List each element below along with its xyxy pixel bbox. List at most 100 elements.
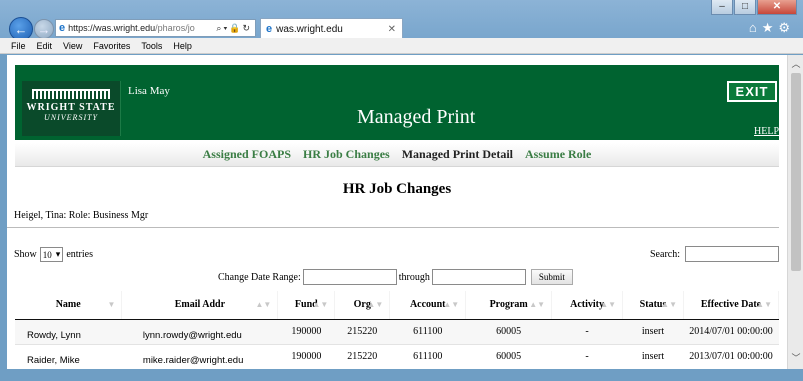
cell-email: mike.raider@wright.edu <box>121 344 278 369</box>
cell-org: 215220 <box>334 319 390 345</box>
menu-view[interactable]: View <box>63 41 82 51</box>
scroll-up-icon[interactable]: ︿ <box>788 57 803 71</box>
date-range-filter: Change Date Range: through Submit <box>218 269 573 285</box>
nav-assigned-foaps[interactable]: Assigned FOAPS <box>203 147 291 162</box>
date-to-input[interactable] <box>431 269 526 285</box>
cell-name: Rowdy, Lynn <box>15 319 122 345</box>
app-title: Managed Print <box>357 106 476 128</box>
minimize-button[interactable]: – <box>711 0 733 15</box>
role-text: Heigel, Tina: Role: Business Mgr <box>14 210 149 221</box>
entries-select[interactable]: 10 ▾ <box>39 247 64 262</box>
through-label: through <box>398 271 430 283</box>
cell-effective-date: 2014/07/01 00:00:00 <box>683 319 779 345</box>
favorites-star-icon[interactable]: ★ <box>762 20 779 35</box>
date-from-input[interactable] <box>302 269 397 285</box>
sort-icon: ▲▼ <box>443 300 460 309</box>
cell-program: 60005 <box>465 344 552 369</box>
wright-state-logo: WRIGHT STATE UNIVERSITY <box>22 81 121 136</box>
sort-icon: ▲▼ <box>367 300 384 309</box>
submit-button[interactable]: Submit <box>530 269 573 285</box>
cell-activity: - <box>551 319 623 345</box>
window-controls: – □ ✕ <box>711 0 797 15</box>
sort-icon: ▲▼ <box>529 300 546 309</box>
maximize-button[interactable]: □ <box>734 0 756 15</box>
help-link[interactable]: HELP <box>754 126 779 137</box>
logo-line1: WRIGHT STATE <box>26 102 116 113</box>
address-path: /pharos/jo <box>155 23 195 33</box>
col-header-email[interactable]: Email Addr ▲▼ <box>121 291 279 320</box>
search-input[interactable] <box>685 246 779 262</box>
window-bottom-border <box>0 369 803 381</box>
hr-job-changes-table: Name ▼ Email Addr ▲▼ Fund ▲▼ Org ▲▼ Account ▲… <box>15 291 779 369</box>
window-titlebar: – □ ✕ ← → e https://was.wright.edu/pharo… <box>0 0 803 41</box>
browser-tab[interactable]: e was.wright.edu ✕ <box>260 18 403 39</box>
cell-program: 60005 <box>465 319 552 345</box>
search-label: Search: <box>650 248 680 260</box>
sort-icon: ▲▼ <box>600 300 617 309</box>
page-viewport: WRIGHT STATE UNIVERSITY Lisa May Managed… <box>7 55 787 369</box>
cell-account: 611100 <box>389 344 466 369</box>
col-header-org[interactable]: Org ▲▼ <box>334 291 391 320</box>
user-name: Lisa May <box>128 85 170 97</box>
date-range-label: Change Date Range: <box>218 271 301 283</box>
settings-gear-icon[interactable]: ⚙ <box>778 20 795 35</box>
menu-bar: File Edit View Favorites Tools Help <box>0 38 803 54</box>
cell-fund: 190000 <box>277 344 335 369</box>
nav-hr-job-changes[interactable]: HR Job Changes <box>303 147 390 162</box>
entries-control: Show 10 ▾ entries <box>14 247 93 262</box>
sort-icon: ▼ <box>107 300 116 309</box>
col-header-fund[interactable]: Fund ▲▼ <box>277 291 336 320</box>
address-bar[interactable]: e https://was.wright.edu/pharos/jo ⌕▾🔒↻ <box>55 19 256 37</box>
browser-toolbar-icons: ⌂★⚙ <box>749 20 795 36</box>
col-header-program[interactable]: Program ▲▼ <box>465 291 553 320</box>
nav-assume-role[interactable]: Assume Role <box>525 147 591 162</box>
sort-icon: ▲▼ <box>756 300 772 309</box>
home-icon[interactable]: ⌂ <box>749 20 762 35</box>
cell-fund: 190000 <box>277 319 335 345</box>
chevron-down-icon: ▾ <box>55 249 61 259</box>
tab-close-icon[interactable]: ✕ <box>388 24 396 35</box>
address-tools-icon[interactable]: ⌕▾🔒↻ <box>216 23 255 34</box>
menu-edit[interactable]: Edit <box>37 41 53 51</box>
search-control: Search: <box>650 246 779 262</box>
page-heading: HR Job Changes <box>342 181 452 197</box>
col-header-account[interactable]: Account ▲▼ <box>389 291 467 320</box>
col-header-name[interactable]: Name ▼ <box>15 291 123 320</box>
sort-icon: ▲▼ <box>312 300 329 309</box>
close-window-button[interactable]: ✕ <box>757 0 797 15</box>
col-header-activity[interactable]: Activity ▲▼ <box>551 291 624 320</box>
scroll-down-icon[interactable]: ﹀ <box>788 351 803 365</box>
nav-managed-print-detail[interactable]: Managed Print Detail <box>402 147 513 162</box>
exit-button[interactable]: EXIT <box>727 81 777 102</box>
col-header-status[interactable]: Status ▲▼ <box>622 291 684 320</box>
cell-status: insert <box>622 319 684 345</box>
cell-status: insert <box>622 344 684 369</box>
site-banner: WRIGHT STATE UNIVERSITY Lisa May Managed… <box>15 65 779 140</box>
table-row: Rowdy, Lynn lynn.rowdy@wright.edu 190000… <box>15 319 779 345</box>
menu-file[interactable]: File <box>11 41 26 51</box>
divider <box>7 227 779 228</box>
menu-tools[interactable]: Tools <box>141 41 162 51</box>
table-row: Raider, Mike mike.raider@wright.edu 1900… <box>15 344 779 369</box>
table-header-row: Name ▼ Email Addr ▲▼ Fund ▲▼ Org ▲▼ Account ▲… <box>15 291 779 320</box>
cell-effective-date: 2013/07/01 00:00:00 <box>683 344 779 369</box>
menu-favorites[interactable]: Favorites <box>93 41 130 51</box>
col-header-effective-date[interactable]: Effective Date ▲▼ <box>683 291 779 320</box>
cell-name: Raider, Mike <box>15 344 122 369</box>
cell-account: 611100 <box>389 319 466 345</box>
sub-navigation: Assigned FOAPS HR Job Changes Managed Pr… <box>15 143 779 167</box>
scrollbar-thumb[interactable] <box>791 73 801 271</box>
logo-line2: UNIVERSITY <box>44 113 98 122</box>
cell-org: 215220 <box>334 344 390 369</box>
cell-activity: - <box>551 344 623 369</box>
cell-email: lynn.rowdy@wright.edu <box>121 319 278 345</box>
forward-button[interactable]: → <box>34 19 54 39</box>
ie-page-icon: e <box>59 22 66 34</box>
address-host: https://was.wright.edu <box>68 23 156 33</box>
menu-help[interactable]: Help <box>173 41 192 51</box>
sort-icon: ▲▼ <box>661 300 677 309</box>
tab-ie-icon: e <box>266 23 273 35</box>
vertical-scrollbar[interactable]: ︿ ﹀ <box>787 55 803 369</box>
building-icon <box>32 89 110 99</box>
sort-icon: ▲▼ <box>255 300 272 309</box>
